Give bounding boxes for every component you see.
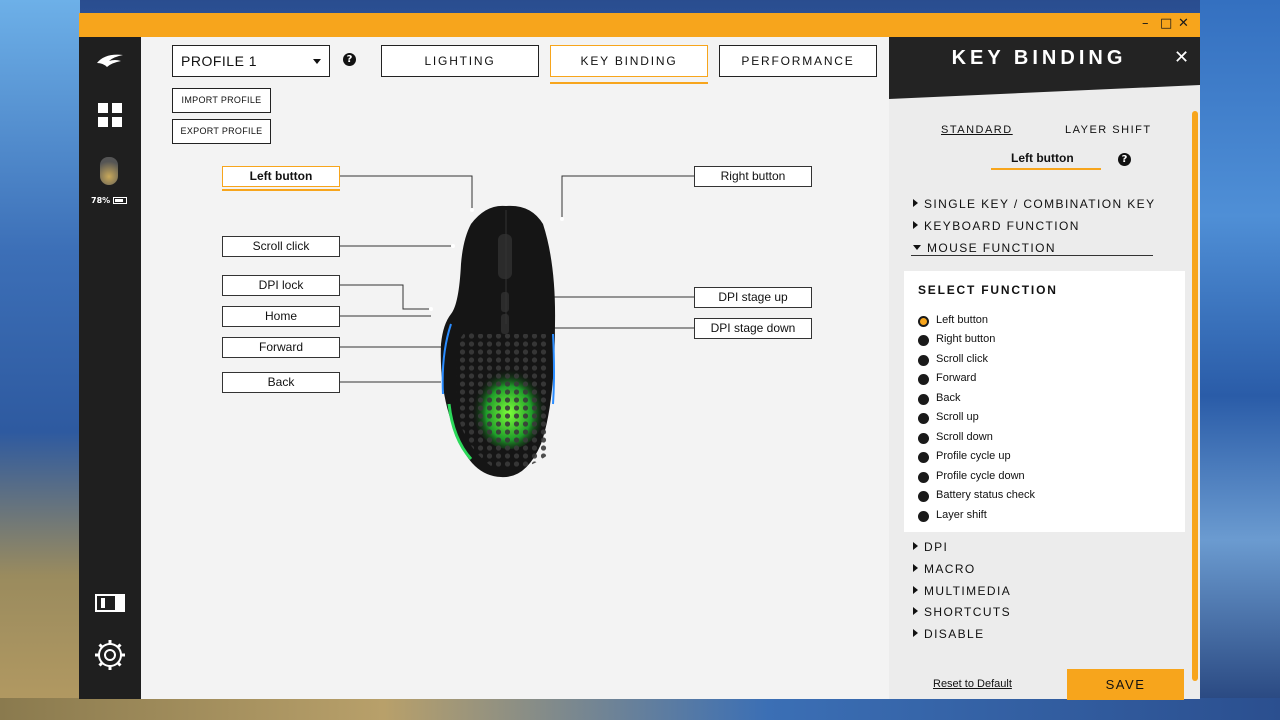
radio-icon (918, 355, 929, 366)
function-label: Battery status check (936, 489, 1036, 501)
radio-icon (918, 511, 929, 522)
key-binding-panel: KEY BINDING ✕ STANDARD LAYER SHIFT Left … (889, 37, 1200, 700)
save-button[interactable]: SAVE (1067, 669, 1184, 700)
category-label: DPI (924, 540, 949, 554)
dpi-stage-up-label[interactable]: DPI stage up (694, 287, 812, 308)
category-label: SHORTCUTS (924, 605, 1012, 619)
radio-icon (918, 433, 929, 444)
category-label: MOUSE FUNCTION (927, 241, 1056, 255)
brand-logo-icon (97, 54, 123, 67)
current-button-name: Left button (1011, 151, 1074, 165)
function-label: Forward (936, 372, 977, 384)
function-label: Scroll up (936, 411, 979, 423)
minimize-icon[interactable]: – (1142, 16, 1149, 31)
category-mouse-function[interactable]: MOUSE FUNCTION (913, 241, 1056, 255)
caret-right-icon (913, 564, 918, 572)
app-window: – □ ✕ 78% PROFILE 1 ? IMPORT PROFILE EXP… (79, 13, 1200, 700)
panel-title: KEY BINDING (951, 47, 1127, 69)
category-label: KEYBOARD FUNCTION (924, 219, 1080, 233)
gear-icon[interactable] (93, 638, 127, 672)
caret-right-icon (913, 221, 918, 229)
title-bar[interactable]: – □ ✕ (79, 13, 1200, 37)
category-label: MACRO (924, 562, 976, 576)
caret-right-icon (913, 199, 918, 207)
current-button-underline (991, 168, 1101, 170)
category-keyboard-function[interactable]: KEYBOARD FUNCTION (913, 219, 1080, 233)
caret-right-icon (913, 607, 918, 615)
radio-selected-icon (918, 316, 929, 327)
sidebar: 78% (79, 37, 141, 699)
main-content: PROFILE 1 ? IMPORT PROFILE EXPORT PROFIL… (141, 37, 889, 699)
battery-percentage: 78% (91, 196, 111, 205)
function-label: Scroll click (936, 353, 988, 365)
radio-icon (918, 452, 929, 463)
caret-down-icon (913, 245, 921, 250)
select-function-box: SELECT FUNCTION Left button Right button… (904, 271, 1185, 532)
function-label: Back (936, 392, 961, 404)
left-button-label[interactable]: Left button (222, 166, 340, 187)
device-manager-icon[interactable] (95, 594, 125, 612)
divider (911, 255, 1153, 256)
reset-to-default-link[interactable]: Reset to Default (933, 678, 1012, 690)
function-label: Profile cycle up (936, 450, 1011, 462)
subtab-standard[interactable]: STANDARD (941, 124, 1013, 136)
left-button-underline (222, 189, 340, 191)
right-button-label[interactable]: Right button (694, 166, 812, 187)
radio-icon (918, 374, 929, 385)
dpi-lock-label[interactable]: DPI lock (222, 275, 340, 296)
dpi-stage-down-label[interactable]: DPI stage down (694, 318, 812, 339)
function-label: Profile cycle down (936, 470, 1025, 482)
category-macro[interactable]: MACRO (913, 562, 976, 576)
scrollbar[interactable] (1192, 111, 1198, 681)
function-label: Layer shift (936, 509, 987, 521)
radio-icon (918, 413, 929, 424)
function-label: Left button (936, 314, 988, 326)
function-label: Scroll down (936, 431, 993, 443)
radio-icon (918, 472, 929, 483)
category-dpi[interactable]: DPI (913, 540, 948, 554)
radio-icon (918, 335, 929, 346)
select-function-title: SELECT FUNCTION (918, 283, 1058, 297)
category-disable[interactable]: DISABLE (913, 627, 985, 641)
close-icon[interactable]: ✕ (1174, 47, 1189, 68)
category-label: MULTIMEDIA (924, 584, 1012, 598)
close-window-icon[interactable]: ✕ (1178, 16, 1189, 31)
forward-label[interactable]: Forward (222, 337, 340, 358)
radio-icon (918, 491, 929, 502)
home-label[interactable]: Home (222, 306, 340, 327)
category-shortcuts[interactable]: SHORTCUTS (913, 605, 1011, 619)
desktop-background-bottom (0, 698, 1280, 720)
desktop-background-left (0, 0, 80, 720)
battery-icon (113, 197, 127, 204)
desktop-background-right (1200, 0, 1280, 720)
category-single-key[interactable]: SINGLE KEY / COMBINATION KEY (913, 197, 1155, 211)
function-label: Right button (936, 333, 996, 345)
caret-right-icon (913, 542, 918, 550)
device-mouse-icon[interactable] (100, 157, 118, 185)
back-label[interactable]: Back (222, 372, 340, 393)
help-icon[interactable]: ? (1118, 153, 1131, 166)
radio-icon (918, 394, 929, 405)
caret-right-icon (913, 629, 918, 637)
category-label: DISABLE (924, 627, 985, 641)
mouse-illustration (440, 205, 556, 478)
category-label: SINGLE KEY / COMBINATION KEY (924, 197, 1156, 211)
subtab-layer-shift[interactable]: LAYER SHIFT (1065, 124, 1152, 136)
maximize-icon[interactable]: □ (1160, 16, 1172, 31)
scroll-click-label[interactable]: Scroll click (222, 236, 340, 257)
category-multimedia[interactable]: MULTIMEDIA (913, 584, 1011, 598)
caret-right-icon (913, 586, 918, 594)
dashboard-grid-icon[interactable] (98, 103, 122, 127)
